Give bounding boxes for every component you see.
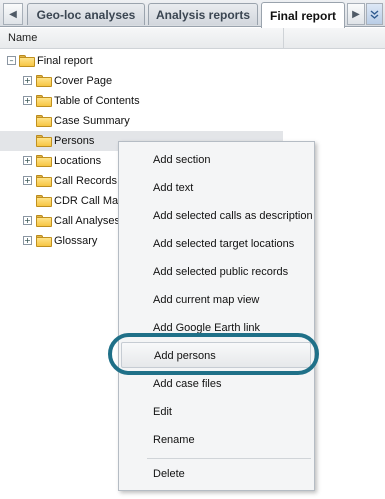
minus-expander-icon[interactable]: – (7, 56, 16, 65)
tab-strip: ◀ Geo-loc analyses Analysis reports Fina… (0, 0, 385, 28)
folder-icon (36, 115, 52, 127)
tree-node-label: Case Summary (54, 115, 130, 127)
menu-item-label: Add persons (154, 350, 216, 362)
menu-item-add-selected-calls[interactable]: Add selected calls as description (119, 204, 314, 228)
tab-geo-loc-analyses[interactable]: Geo-loc analyses (27, 3, 145, 25)
tab-scroll-left-button[interactable]: ◀ (3, 3, 23, 25)
tab-scroll-right-button[interactable]: ▶ (347, 3, 365, 25)
menu-item-label: Add current map view (153, 294, 260, 306)
name-column-header[interactable]: Name (8, 32, 37, 44)
menu-item-add-persons[interactable]: Add persons (121, 342, 311, 368)
folder-icon (36, 75, 52, 87)
menu-item-add-current-map-view[interactable]: Add current map view (119, 288, 314, 312)
menu-item-rename[interactable]: Rename (119, 428, 314, 452)
menu-item-add-section[interactable]: Add section (119, 148, 314, 172)
tree-node-label: Cover Page (54, 75, 113, 87)
menu-item-label: Edit (153, 406, 172, 418)
menu-item-add-google-earth-link[interactable]: Add Google Earth link (119, 316, 314, 340)
menu-item-delete[interactable]: Delete (119, 462, 314, 486)
menu-item-add-case-files[interactable]: Add case files (119, 372, 314, 396)
menu-item-label: Rename (153, 434, 195, 446)
tree-node-cover-page[interactable]: + Cover Page (0, 71, 283, 91)
menu-item-label: Add section (153, 154, 211, 166)
menu-separator (147, 458, 311, 459)
double-chevron-down-icon (370, 9, 379, 19)
menu-item-add-text[interactable]: Add text (119, 176, 314, 200)
tab-analysis-reports[interactable]: Analysis reports (148, 3, 258, 25)
folder-icon (36, 235, 52, 247)
tab-label: Analysis reports (155, 7, 251, 22)
tab-label: Geo-loc analyses (36, 7, 136, 22)
tab-final-report[interactable]: Final report (261, 2, 345, 28)
folder-icon (36, 155, 52, 167)
menu-item-label: Add selected calls as description (153, 210, 313, 222)
plus-expander-icon[interactable]: + (23, 236, 32, 245)
tree-node-label: Call Records (54, 175, 117, 187)
plus-expander-icon[interactable]: + (23, 156, 32, 165)
folder-icon (36, 195, 52, 207)
tree-node-label: Persons (54, 135, 95, 147)
column-separator[interactable] (283, 28, 284, 49)
menu-item-label: Add selected public records (153, 266, 289, 278)
menu-item-label: Delete (153, 468, 185, 480)
tab-label: Final report (269, 8, 336, 23)
menu-item-add-selected-public-records[interactable]: Add selected public records (119, 260, 314, 284)
folder-icon (36, 175, 52, 187)
menu-item-label: Add case files (153, 378, 222, 390)
tree-node-final-report[interactable]: – Final report (0, 51, 283, 71)
tree-node-table-of-contents[interactable]: + Table of Contents (0, 91, 283, 111)
plus-expander-icon[interactable]: + (23, 96, 32, 105)
column-header: Name (0, 28, 385, 49)
tree-node-label: Table of Contents (54, 95, 140, 107)
menu-item-add-selected-target-locations[interactable]: Add selected target locations (119, 232, 314, 256)
plus-expander-icon[interactable]: + (23, 76, 32, 85)
folder-icon (36, 215, 52, 227)
context-menu: Add section Add text Add selected calls … (118, 141, 315, 491)
folder-icon (19, 55, 35, 67)
menu-item-edit[interactable]: Edit (119, 400, 314, 424)
menu-item-label: Add text (153, 182, 194, 194)
tree-node-label: Locations (54, 155, 102, 167)
triangle-left-icon: ◀ (9, 8, 17, 20)
tab-overflow-button[interactable] (366, 3, 383, 25)
folder-icon (36, 135, 52, 147)
tree-node-label: Final report (37, 55, 93, 67)
plus-expander-icon[interactable]: + (23, 216, 32, 225)
triangle-right-icon: ▶ (352, 8, 360, 20)
tree-node-label: Call Analyses (54, 215, 121, 227)
tree-node-case-summary[interactable]: Case Summary (0, 111, 283, 131)
tree-node-label: Glossary (54, 235, 98, 247)
menu-item-label: Add Google Earth link (153, 322, 261, 334)
tree-node-label: CDR Call Map (54, 195, 125, 207)
folder-icon (36, 95, 52, 107)
menu-item-label: Add selected target locations (153, 238, 295, 250)
plus-expander-icon[interactable]: + (23, 176, 32, 185)
